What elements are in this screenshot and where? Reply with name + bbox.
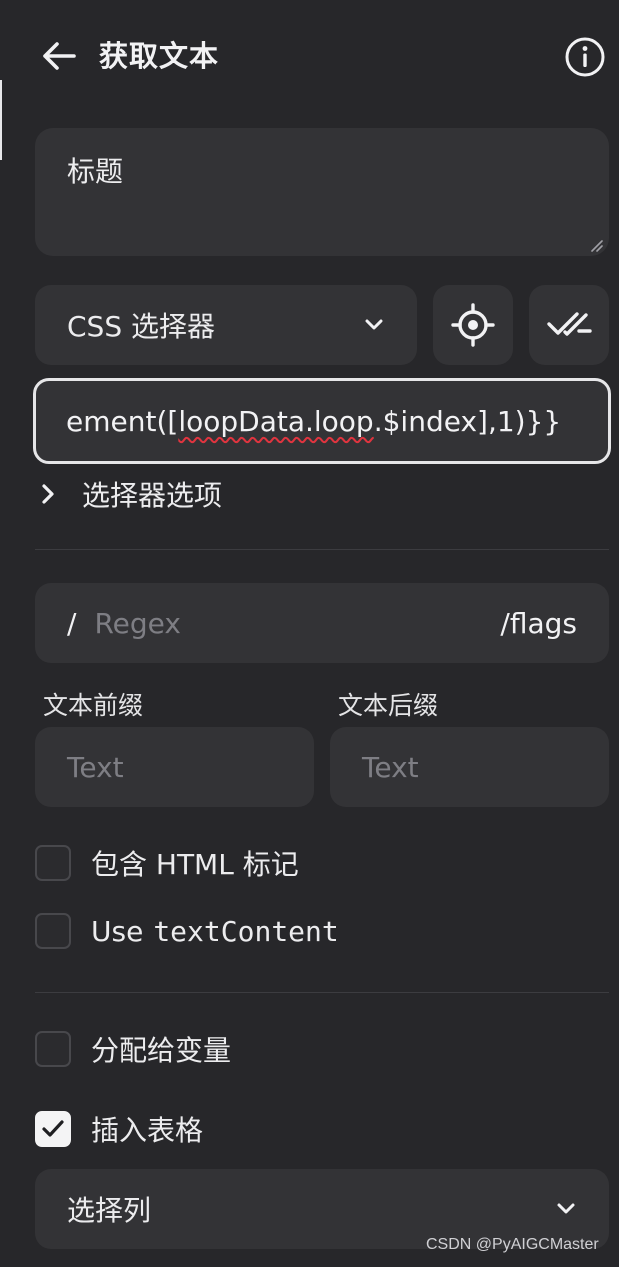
- resize-grip-icon[interactable]: [589, 238, 603, 252]
- css-selector-input[interactable]: ement([loopData.loop .$index],1)}}: [33, 378, 611, 464]
- verify-selector-button[interactable]: [529, 285, 609, 365]
- use-textcontent-checkbox-row[interactable]: Use textContent: [35, 909, 339, 953]
- selector-options-label: 选择器选项: [82, 479, 223, 512]
- page-title: 获取文本: [99, 39, 220, 73]
- include-html-checkbox[interactable]: [35, 845, 71, 881]
- use-textcontent-label: Use: [91, 914, 144, 948]
- pick-element-button[interactable]: [433, 285, 513, 365]
- selector-value-prefix: ement([: [66, 404, 179, 438]
- insert-table-checkbox-row[interactable]: 插入表格: [35, 1107, 203, 1151]
- include-html-label: 包含 HTML 标记: [91, 848, 299, 881]
- prefix-label: 文本前缀: [43, 691, 144, 720]
- use-textcontent-checkbox[interactable]: [35, 913, 71, 949]
- include-html-checkbox-row[interactable]: 包含 HTML 标记: [35, 841, 299, 885]
- chevron-right-icon: [42, 484, 54, 504]
- suffix-input[interactable]: Text: [330, 727, 609, 807]
- selector-options-toggle[interactable]: 选择器选项: [38, 470, 222, 518]
- regex-slash: /: [67, 606, 77, 640]
- assign-variable-checkbox-row[interactable]: 分配给变量: [35, 1027, 231, 1071]
- regex-flags-input[interactable]: /flags: [500, 607, 577, 640]
- column-select-label: 选择列: [67, 1194, 152, 1227]
- selector-type-label: CSS 选择器: [67, 310, 215, 343]
- assign-variable-label: 分配给变量: [91, 1034, 232, 1067]
- crosshair-icon: [451, 303, 495, 347]
- chevron-down-icon: [557, 1203, 575, 1214]
- insert-table-checkbox[interactable]: [35, 1111, 71, 1147]
- double-check-icon: [547, 312, 592, 336]
- selector-value-spellcheck: loopData.loop: [178, 404, 374, 438]
- divider: [35, 549, 609, 550]
- insert-table-label: 插入表格: [91, 1114, 204, 1147]
- arrow-left-icon: [43, 42, 76, 70]
- selector-value-suffix: .$index],1)}}: [373, 404, 562, 438]
- checkmark-icon: [42, 1120, 64, 1137]
- title-textarea[interactable]: 标题: [35, 128, 609, 256]
- back-button[interactable]: [40, 38, 80, 74]
- use-textcontent-code: textContent: [153, 914, 339, 948]
- suffix-label: 文本后缀: [338, 691, 439, 720]
- info-button[interactable]: [564, 36, 606, 78]
- chevron-down-icon: [365, 319, 383, 330]
- window-edge: [0, 80, 2, 160]
- divider: [35, 992, 609, 993]
- regex-input[interactable]: Regex: [94, 607, 500, 640]
- prefix-input[interactable]: Text: [35, 727, 314, 807]
- watermark: CSDN @PyAIGCMaster: [426, 1236, 599, 1253]
- title-value: 标题: [67, 155, 124, 188]
- selector-type-dropdown[interactable]: CSS 选择器: [35, 285, 417, 365]
- regex-field[interactable]: / Regex /flags: [35, 583, 609, 663]
- assign-variable-checkbox[interactable]: [35, 1031, 71, 1067]
- info-circle-icon: [565, 37, 605, 77]
